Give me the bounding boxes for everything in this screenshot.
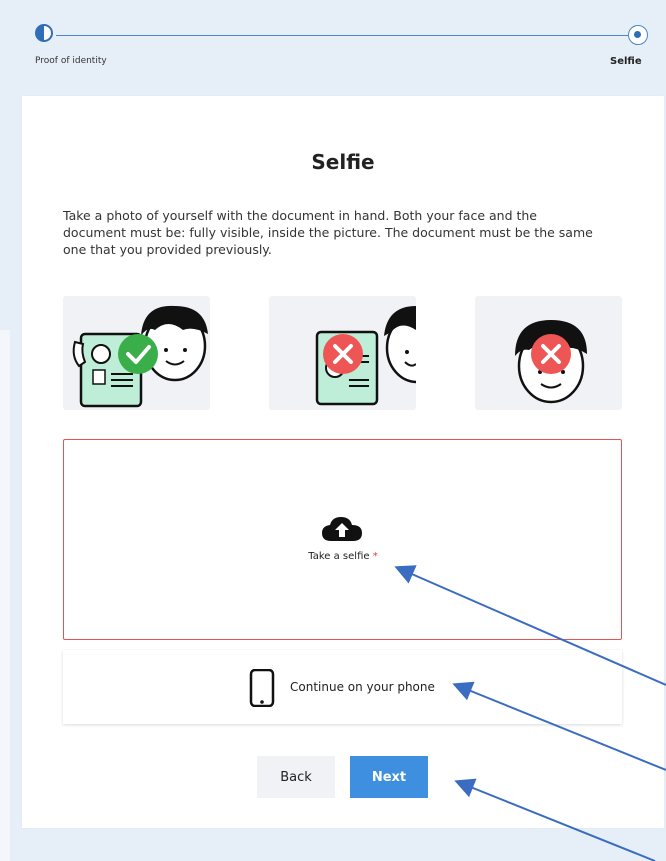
page-background-lower xyxy=(0,330,10,861)
selfie-no-document-example xyxy=(475,296,622,410)
take-selfie-label[interactable]: Take a selfie * xyxy=(0,551,666,562)
required-asterisk: * xyxy=(372,551,378,562)
person-with-document-icon xyxy=(72,305,208,408)
step-selfie-label: Selfie xyxy=(610,56,642,67)
progress-stepper: Proof of identity Selfie xyxy=(0,0,666,90)
cloud-upload-icon[interactable] xyxy=(321,515,363,543)
step-proof-of-identity-indicator xyxy=(35,24,53,42)
face-only-icon xyxy=(515,320,587,404)
selfie-cropped-example xyxy=(269,296,416,410)
selfie-correct-example xyxy=(63,296,210,410)
page-description: Take a photo of yourself with the docume… xyxy=(63,208,593,257)
step-proof-of-identity-label: Proof of identity xyxy=(35,56,107,66)
stepper-line xyxy=(56,35,630,36)
cropped-person-icon xyxy=(315,306,416,406)
step-selfie-indicator xyxy=(628,25,648,45)
next-button[interactable]: Next xyxy=(350,756,428,798)
back-button[interactable]: Back xyxy=(257,756,335,798)
continue-on-phone-label[interactable]: Continue on your phone xyxy=(290,680,435,694)
take-selfie-text[interactable]: Take a selfie xyxy=(308,551,369,562)
page-title: Selfie xyxy=(311,150,375,174)
smartphone-icon xyxy=(249,669,275,707)
